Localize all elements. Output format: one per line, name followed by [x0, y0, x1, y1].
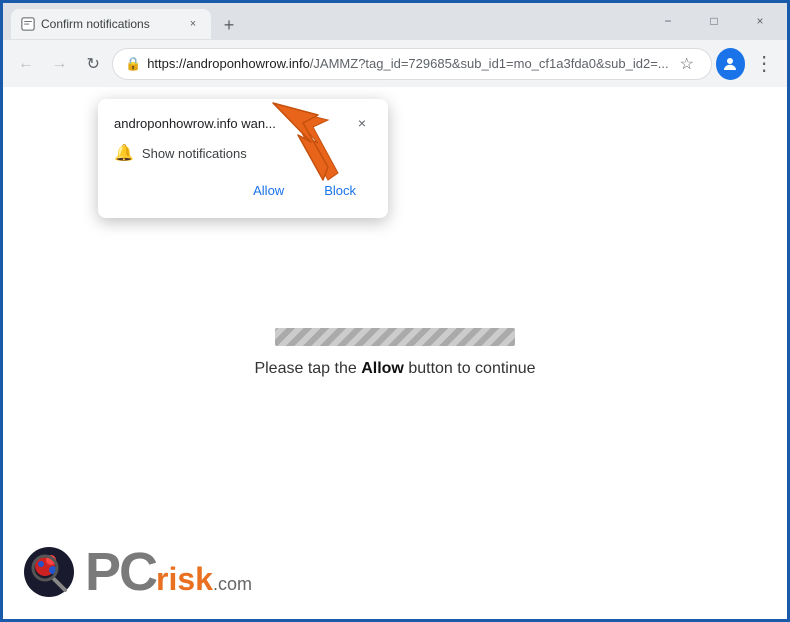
person-icon — [721, 55, 739, 73]
allow-button[interactable]: Allow — [237, 177, 300, 204]
loading-bar — [275, 328, 515, 346]
instruction-prefix: Please tap the — [254, 360, 361, 377]
popup-row-text: Show notifications — [142, 146, 247, 161]
browser-window: Confirm notifications × + − □ × ← → ↻ 🔒 … — [3, 3, 787, 619]
loading-bar-container — [275, 328, 515, 346]
new-tab-button[interactable]: + — [215, 11, 243, 39]
tab-close-button[interactable]: × — [185, 16, 201, 32]
address-bar: ← → ↻ 🔒 https://androponhowrow.info/JAMM… — [3, 39, 787, 87]
maximize-button[interactable]: □ — [691, 5, 737, 37]
logo-area: PCrisk.com — [23, 545, 252, 599]
notification-popup: androponhowrow.info wan... × 🔔 Show noti… — [98, 99, 388, 218]
logo-dot-com: .com — [213, 574, 252, 595]
popup-close-button[interactable]: × — [352, 113, 372, 133]
instruction-allow: Allow — [361, 360, 404, 377]
popup-title: androponhowrow.info wan... — [114, 116, 276, 131]
bell-icon: 🔔 — [114, 143, 134, 163]
instruction-text: Please tap the Allow button to continue — [254, 360, 535, 378]
tab-strip: Confirm notifications × + — [3, 3, 645, 39]
popup-buttons: Allow Block — [114, 177, 372, 204]
back-button[interactable]: ← — [11, 48, 41, 80]
url-path: /JAMMZ?tag_id=729685&sub_id1=mo_cf1a3fda… — [310, 56, 669, 71]
popup-row: 🔔 Show notifications — [114, 143, 372, 163]
window-controls: − □ × — [645, 5, 787, 37]
popup-header: androponhowrow.info wan... × — [114, 113, 372, 133]
tab-title: Confirm notifications — [41, 17, 179, 31]
pcrisk-logo-icon — [23, 546, 75, 598]
url-bar[interactable]: 🔒 https://androponhowrow.info/JAMMZ?tag_… — [112, 48, 712, 80]
page-content: Please tap the Allow button to continue … — [3, 87, 787, 619]
logo-text: PCrisk.com — [85, 545, 252, 599]
reload-button[interactable]: ↻ — [78, 48, 108, 80]
active-tab[interactable]: Confirm notifications × — [11, 9, 211, 39]
profile-button[interactable] — [716, 48, 746, 80]
url-display: https://androponhowrow.info/JAMMZ?tag_id… — [147, 56, 668, 71]
block-button[interactable]: Block — [308, 177, 372, 204]
forward-button[interactable]: → — [45, 48, 75, 80]
lock-icon: 🔒 — [125, 56, 141, 72]
menu-button[interactable]: ⋮ — [749, 48, 779, 80]
logo-risk: risk — [156, 563, 213, 595]
close-button[interactable]: × — [737, 5, 783, 37]
tab-page-icon — [21, 17, 35, 31]
url-domain: https://androponhowrow.info — [147, 56, 310, 71]
logo-pc: PC — [85, 545, 156, 599]
bookmark-icon[interactable]: ☆ — [675, 52, 699, 76]
instruction-suffix: button to continue — [404, 360, 536, 377]
minimize-button[interactable]: − — [645, 5, 691, 37]
title-bar: Confirm notifications × + − □ × — [3, 3, 787, 39]
